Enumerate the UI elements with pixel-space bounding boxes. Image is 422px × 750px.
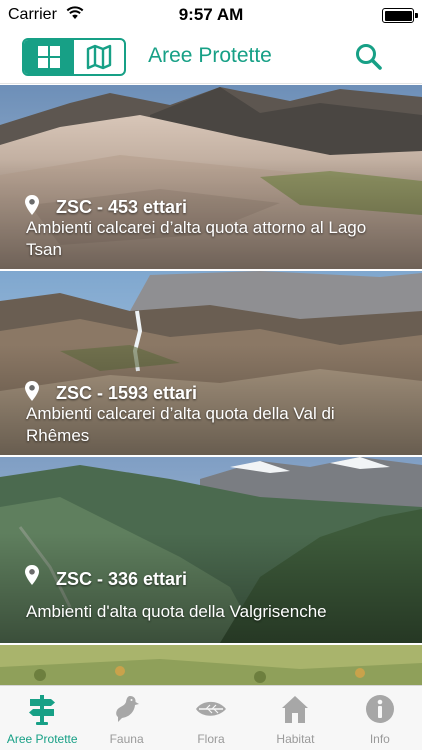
protected-areas-list[interactable]: ZSC - 453 ettari Ambienti calcarei d’alt… (0, 85, 422, 685)
tab-label: Aree Protette (6, 732, 78, 746)
area-card[interactable]: ZSC - 453 ettari Ambienti calcarei d’alt… (0, 85, 422, 269)
map-view-button[interactable] (74, 40, 124, 74)
location-pin-icon (25, 195, 39, 215)
leaf-icon (196, 701, 227, 716)
area-meta: ZSC - 336 ettari (56, 569, 188, 589)
house-icon (282, 696, 309, 723)
signpost-icon (29, 695, 56, 725)
area-description: Ambienti calcarei d’alta quota della Val… (26, 404, 335, 445)
bird-icon (115, 696, 139, 722)
area-meta: ZSC - 453 ettari (56, 197, 188, 217)
view-mode-switch[interactable] (22, 38, 126, 76)
tab-habitat[interactable]: Habitat (253, 686, 337, 750)
location-pin-icon (25, 565, 39, 585)
status-time: 9:57 AM (178, 5, 244, 24)
tab-aree-protette[interactable]: Aree Protette (0, 686, 84, 750)
tab-label: Fauna (109, 732, 144, 746)
tab-bar: Aree Protette Fauna Flora Habitat Info (0, 685, 422, 750)
grid-icon (38, 46, 60, 68)
map-icon (86, 44, 112, 70)
tab-fauna[interactable]: Fauna (84, 686, 168, 750)
tab-label: Info (369, 732, 390, 746)
page-title: Aree Protette (148, 44, 272, 67)
area-photo (0, 645, 422, 685)
tab-info[interactable]: Info (338, 686, 422, 750)
area-card[interactable] (0, 645, 422, 685)
search-icon[interactable] (354, 42, 384, 72)
area-description: Ambienti calcarei d’alta quota attorno a… (26, 218, 367, 259)
info-icon (365, 695, 394, 723)
grid-view-button[interactable] (24, 40, 74, 74)
location-pin-icon (25, 381, 39, 401)
navigation-bar: Aree Protette (0, 32, 422, 84)
tab-label: Habitat (276, 732, 315, 746)
area-description: Ambienti d'alta quota della Valgrisenche (26, 602, 327, 621)
tab-flora[interactable]: Flora (169, 686, 253, 750)
area-card[interactable]: ZSC - 336 ettari Ambienti d'alta quota d… (0, 457, 422, 643)
battery-icon (382, 8, 418, 23)
area-meta: ZSC - 1593 ettari (56, 383, 198, 403)
area-card[interactable]: ZSC - 1593 ettari Ambienti calcarei d’al… (0, 271, 422, 455)
tab-label: Flora (197, 732, 225, 746)
status-bar: Carrier 9:57 AM (0, 0, 422, 32)
